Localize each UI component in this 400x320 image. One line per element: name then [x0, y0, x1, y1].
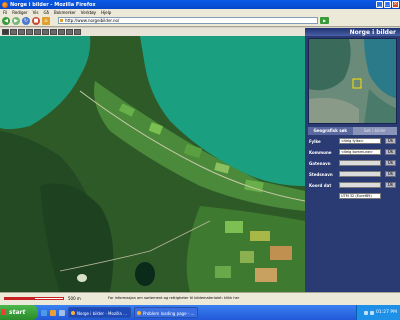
- go-button[interactable]: ▶: [320, 17, 329, 24]
- reload-icon[interactable]: ↻: [22, 16, 30, 25]
- start-button[interactable]: start: [0, 305, 38, 320]
- firefox-icon: [136, 311, 141, 315]
- stop-icon[interactable]: ■: [32, 16, 40, 25]
- volume-icon[interactable]: [370, 310, 374, 315]
- clock: 01:27 PM: [376, 310, 397, 315]
- street-ok-button[interactable]: Ok: [385, 160, 396, 166]
- maximize-button[interactable]: □: [384, 1, 391, 8]
- system-tray: 01:27 PM: [356, 305, 400, 320]
- county-label: Fylke: [309, 139, 321, 144]
- form-row-county: Fylke <Velg fylke> Ok: [308, 137, 397, 148]
- back-arrow-icon[interactable]: ◀: [2, 16, 10, 25]
- menu-view[interactable]: Vis: [33, 10, 39, 15]
- form-row-projection: UTM 32 (Euref89): [308, 192, 397, 203]
- fullextent-tool-icon[interactable]: [66, 29, 73, 35]
- navigation-toolbar: ◀ ▶ ↻ ■ ⌂ http://www.norgeibilder.no/ ▶: [0, 15, 400, 27]
- window-title: Norge i bilder - Mozilla Firefox: [10, 1, 96, 8]
- print-tool-icon[interactable]: [50, 29, 57, 35]
- quicklaunch-ie-icon[interactable]: [41, 309, 47, 316]
- window-titlebar: Norge i bilder - Mozilla Firefox _ □ ×: [0, 0, 400, 9]
- taskbar-item-label: Norge i bilder - Mozilla ...: [77, 311, 127, 316]
- county-select[interactable]: <Velg fylke>: [339, 138, 381, 144]
- taskbar-item-label: Problem loading page - ...: [142, 311, 195, 316]
- menu-tools[interactable]: Verktøy: [81, 10, 96, 15]
- zoom-box-tool-icon[interactable]: [26, 29, 33, 35]
- coords-ok-button[interactable]: Ok: [385, 182, 396, 188]
- county-ok-button[interactable]: Ok: [385, 138, 396, 144]
- zoom-out-tool-icon[interactable]: [18, 29, 25, 35]
- close-button[interactable]: ×: [392, 1, 399, 8]
- coords-label: Koord dat: [309, 183, 332, 188]
- form-row-street: Gatenavn Ok: [308, 159, 397, 170]
- rights-info-link[interactable]: For informasjon om sortement og rettighe…: [108, 296, 239, 300]
- url-field[interactable]: http://www.norgeibilder.no/: [58, 17, 318, 24]
- taskbar-item-problem[interactable]: Problem loading page - ...: [133, 307, 199, 318]
- network-icon[interactable]: [364, 310, 368, 315]
- coords-input[interactable]: [339, 182, 381, 188]
- quicklaunch-firefox-icon[interactable]: [50, 309, 56, 316]
- tab-geographic-search[interactable]: Geografisk søk: [308, 127, 353, 135]
- overview-map[interactable]: [308, 38, 397, 124]
- projection-select[interactable]: UTM 32 (Euref89): [339, 193, 381, 199]
- taskbar: start Norge i bilder - Mozilla ... Probl…: [0, 305, 400, 320]
- aerial-map[interactable]: [0, 36, 305, 292]
- zoom-in-tool-icon[interactable]: [10, 29, 17, 35]
- forward-arrow-icon[interactable]: ▶: [12, 16, 20, 25]
- menu-edit[interactable]: Rediger: [12, 10, 27, 15]
- search-panel: Geografisk søk Søk i bilder Fylke <Velg …: [305, 36, 400, 292]
- quicklaunch-desktop-icon[interactable]: [59, 309, 65, 316]
- start-label: start: [9, 309, 26, 316]
- home-icon[interactable]: ⌂: [42, 16, 50, 25]
- layers-tool-icon[interactable]: [58, 29, 65, 35]
- windows-logo-icon: [2, 309, 8, 315]
- placename-input[interactable]: [339, 171, 381, 177]
- scale-bar-segment: [34, 297, 64, 300]
- site-brand: Norge i bilder: [349, 29, 396, 36]
- menu-file[interactable]: Fil: [3, 10, 7, 15]
- scale-bar: [4, 297, 64, 300]
- help-tool-icon[interactable]: [74, 29, 81, 35]
- form-row-placename: Stedsnavn Ok: [308, 170, 397, 181]
- municipality-label: Kommune: [309, 150, 332, 155]
- search-form: Fylke <Velg fylke> Ok Kommune <Velg komm…: [308, 137, 397, 203]
- firefox-icon: [2, 1, 8, 8]
- scale-label: 500 m: [68, 296, 81, 301]
- site-header: Norge i bilder: [305, 28, 400, 36]
- status-bar: 500 m For informasjon om sortement og re…: [0, 292, 400, 305]
- placename-ok-button[interactable]: Ok: [385, 171, 396, 177]
- menu-go[interactable]: Gå: [43, 10, 49, 15]
- page-icon: [60, 19, 63, 22]
- tab-image-search[interactable]: Søk i bilder: [352, 127, 397, 135]
- measure-tool-icon[interactable]: [34, 29, 41, 35]
- map-toolbar: [0, 28, 305, 36]
- form-row-municipality: Kommune <Velg kommune> Ok: [308, 148, 397, 159]
- firefox-icon: [71, 311, 75, 315]
- municipality-ok-button[interactable]: Ok: [385, 149, 396, 155]
- street-input[interactable]: [339, 160, 381, 166]
- menu-bookmarks[interactable]: Bokmerker: [54, 10, 76, 15]
- form-row-coords: Koord dat Ok: [308, 181, 397, 192]
- placename-label: Stedsnavn: [309, 172, 333, 177]
- pan-tool-icon[interactable]: [2, 29, 9, 35]
- info-tool-icon[interactable]: [42, 29, 49, 35]
- aerial-map-image: [0, 36, 305, 292]
- url-text: http://www.norgeibilder.no/: [65, 18, 120, 23]
- street-label: Gatenavn: [309, 161, 331, 166]
- menu-help[interactable]: Hjelp: [101, 10, 111, 15]
- municipality-select[interactable]: <Velg kommune>: [339, 149, 381, 155]
- overview-map-image: [309, 39, 396, 123]
- minimize-button[interactable]: _: [376, 1, 383, 8]
- taskbar-item-norge[interactable]: Norge i bilder - Mozilla ...: [68, 307, 131, 318]
- search-tabs: Geografisk søk Søk i bilder: [308, 127, 397, 135]
